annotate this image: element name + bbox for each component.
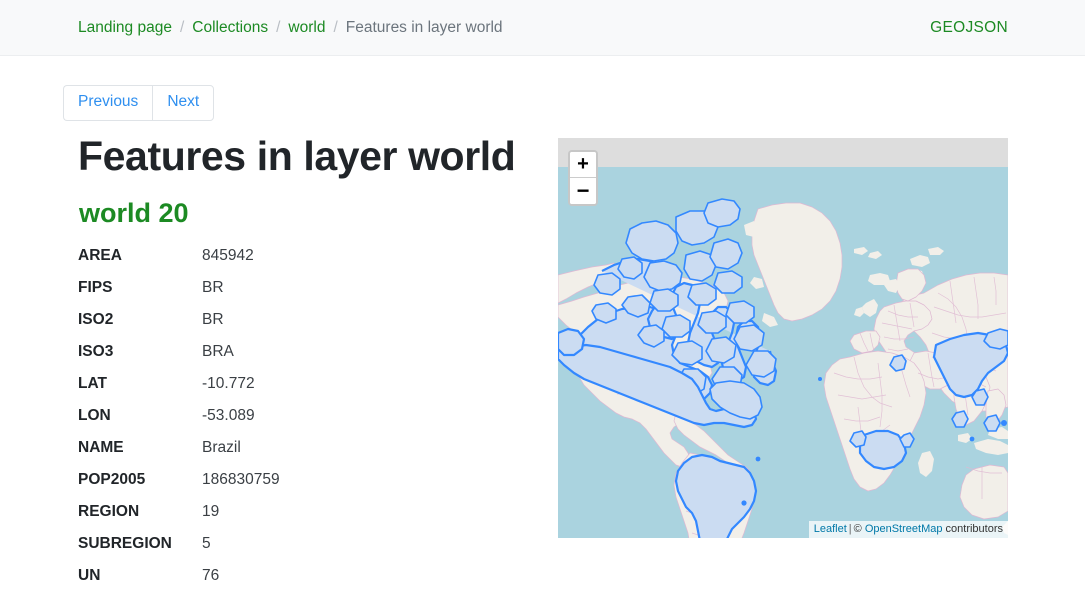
property-key-name: NAME xyxy=(78,432,202,464)
breadcrumb-item-world[interactable]: world xyxy=(288,20,325,36)
geojson-format-link[interactable]: GEOJSON xyxy=(930,19,1008,37)
property-value-lon: -53.089 xyxy=(202,400,478,432)
property-key-fips: FIPS xyxy=(78,272,202,304)
breadcrumb-separator: / xyxy=(180,20,184,36)
breadcrumb-separator: / xyxy=(276,20,280,36)
zoom-in-button[interactable]: + xyxy=(570,152,596,178)
property-value-region: 19 xyxy=(202,496,478,528)
property-key-subregion: SUBREGION xyxy=(78,528,202,560)
next-button[interactable]: Next xyxy=(152,85,214,121)
property-key-un: UN xyxy=(78,560,202,592)
previous-button[interactable]: Previous xyxy=(63,85,152,121)
property-value-subregion: 5 xyxy=(202,528,478,560)
table-row: FIPS BR xyxy=(78,272,478,304)
feature-properties-body: AREA 845942 FIPS BR ISO2 BR ISO3 BRA LAT… xyxy=(78,240,478,592)
table-row: SUBREGION 5 xyxy=(78,528,478,560)
property-key-iso3: ISO3 xyxy=(78,336,202,368)
property-key-pop2005: POP2005 xyxy=(78,464,202,496)
table-row: ISO2 BR xyxy=(78,304,478,336)
zoom-out-button[interactable]: − xyxy=(570,178,596,204)
breadcrumb-separator: / xyxy=(333,20,337,36)
breadcrumb-item-landing-page[interactable]: Landing page xyxy=(78,20,172,36)
property-key-area: AREA xyxy=(78,240,202,272)
table-row: UN 76 xyxy=(78,560,478,592)
table-row: POP2005 186830759 xyxy=(78,464,478,496)
property-key-iso2: ISO2 xyxy=(78,304,202,336)
feature-properties-table: AREA 845942 FIPS BR ISO2 BR ISO3 BRA LAT… xyxy=(78,240,478,592)
world-map-graphic: .lnd { fill:#f2efe9; stroke:#dfb8d2; str… xyxy=(558,167,1008,538)
map-zoom-control[interactable]: + − xyxy=(568,150,598,206)
table-row: ISO3 BRA xyxy=(78,336,478,368)
property-value-lat: -10.772 xyxy=(202,368,478,400)
property-value-iso3: BRA xyxy=(202,336,478,368)
breadcrumb-item-collections[interactable]: Collections xyxy=(192,20,268,36)
property-value-fips: BR xyxy=(202,272,478,304)
map-attribution: Leaflet|© OpenStreetMap contributors xyxy=(809,521,1008,538)
feature-title: world 20 xyxy=(79,200,189,227)
table-row: LON -53.089 xyxy=(78,400,478,432)
property-value-pop2005: 186830759 xyxy=(202,464,478,496)
property-value-area: 845942 xyxy=(202,240,478,272)
table-row: AREA 845942 xyxy=(78,240,478,272)
breadcrumb: Landing page / Collections / world / Fea… xyxy=(78,20,503,36)
table-row: REGION 19 xyxy=(78,496,478,528)
map-tile-layer[interactable]: .lnd { fill:#f2efe9; stroke:#dfb8d2; str… xyxy=(558,167,1008,538)
property-key-lon: LON xyxy=(78,400,202,432)
leaflet-map[interactable]: .lnd { fill:#f2efe9; stroke:#dfb8d2; str… xyxy=(558,138,1008,538)
property-value-un: 76 xyxy=(202,560,478,592)
header-bar: Landing page / Collections / world / Fea… xyxy=(0,0,1085,56)
breadcrumb-item-current: Features in layer world xyxy=(346,20,503,36)
page-title: Features in layer world xyxy=(78,136,515,177)
leaflet-link[interactable]: Leaflet xyxy=(814,523,847,535)
pagination-button-group: Previous Next xyxy=(63,85,214,121)
property-value-name: Brazil xyxy=(202,432,478,464)
table-row: LAT -10.772 xyxy=(78,368,478,400)
property-key-lat: LAT xyxy=(78,368,202,400)
attribution-separator: | xyxy=(849,523,852,535)
contributors-label: contributors xyxy=(942,523,1003,535)
copyright-symbol: © xyxy=(854,523,865,535)
property-value-iso2: BR xyxy=(202,304,478,336)
openstreetmap-link[interactable]: OpenStreetMap xyxy=(865,523,943,535)
table-row: NAME Brazil xyxy=(78,432,478,464)
property-key-region: REGION xyxy=(78,496,202,528)
